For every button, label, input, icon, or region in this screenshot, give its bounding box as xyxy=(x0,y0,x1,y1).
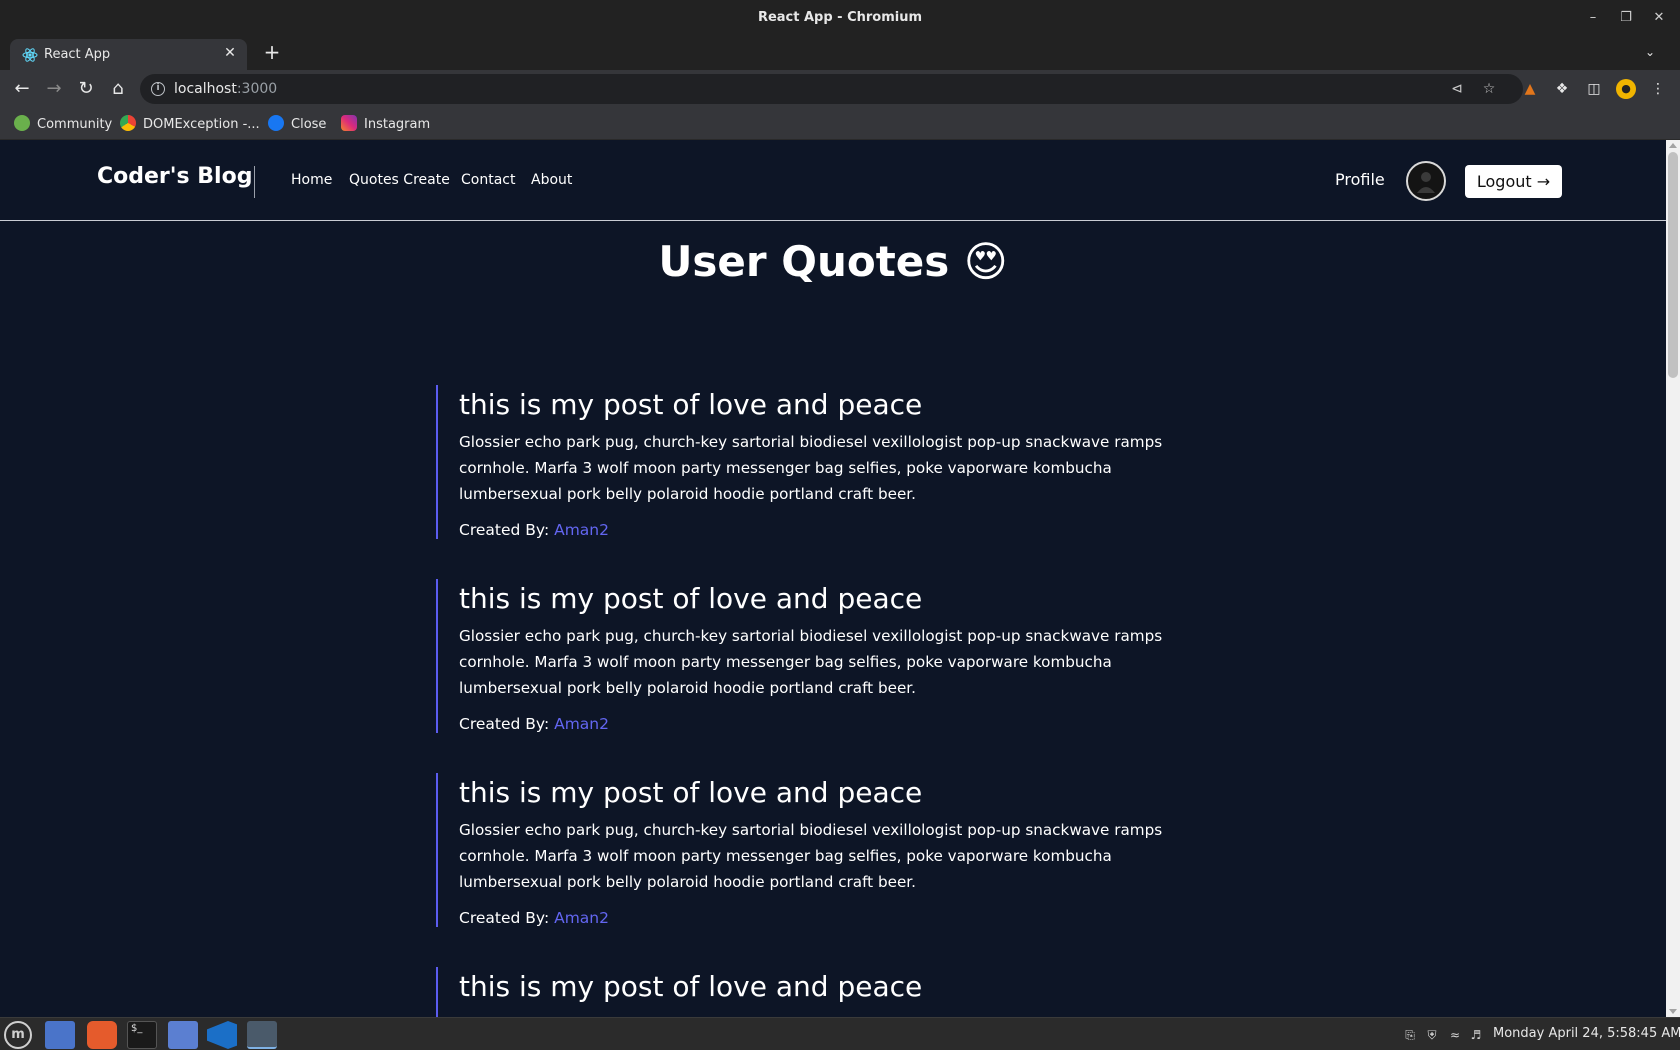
quote-body: Glossier echo park pug, church-key sarto… xyxy=(459,433,1163,503)
quote-title: this is my post of love and peace xyxy=(459,582,923,615)
quote-byline: Created By: Aman2 xyxy=(459,521,1196,539)
bookmark-label: Community xyxy=(37,117,113,132)
created-by-label: Created By: xyxy=(459,521,550,539)
address-bar[interactable]: i localhost:3000 ⊲ ☆ xyxy=(140,74,1523,104)
shield-icon[interactable]: ⛨ xyxy=(1424,1027,1440,1043)
site-info-icon[interactable]: i xyxy=(151,82,165,96)
browser-toolbar: ← → ↻ ⌂ i localhost:3000 ⊲ ☆ ▲ ❖ ◫ ● ⋮ xyxy=(0,70,1680,108)
tab-close-icon[interactable]: ✕ xyxy=(221,44,239,62)
author-link[interactable]: Aman2 xyxy=(554,715,609,733)
react-icon xyxy=(22,48,38,62)
os-taskbar: m $_ ⎘ ⛨ ≈ ♬ Monday April 24, 5:58:45 AM xyxy=(0,1017,1680,1050)
community-icon xyxy=(14,115,30,131)
mint-menu-icon[interactable]: m xyxy=(4,1021,32,1049)
taskbar-clock[interactable]: Monday April 24, 5:58:45 AM xyxy=(1493,1026,1680,1041)
profile-avatar-icon[interactable]: ● xyxy=(1616,79,1636,99)
site-brand[interactable]: Coder's Blog xyxy=(97,164,252,189)
author-link[interactable]: Aman2 xyxy=(554,521,609,539)
logout-button[interactable]: Logout → xyxy=(1465,165,1562,198)
nav-about[interactable]: About xyxy=(531,172,572,188)
metamask-icon[interactable]: ▲ xyxy=(1520,79,1540,99)
url-port: :3000 xyxy=(236,81,278,97)
home-icon[interactable]: ⌂ xyxy=(106,77,130,101)
restore-icon[interactable]: ❐ xyxy=(1615,8,1637,28)
scrollbar-thumb[interactable] xyxy=(1668,152,1678,378)
back-icon[interactable]: ← xyxy=(10,77,34,101)
created-by-label: Created By: xyxy=(459,715,550,733)
chromium-taskbar-icon[interactable] xyxy=(247,1021,277,1049)
bookmark-instagram[interactable]: Instagram xyxy=(341,115,430,133)
tab-search-icon[interactable]: ⌄ xyxy=(1640,42,1660,62)
page-viewport: Coder's Blog Home Quotes Create Contact … xyxy=(0,140,1666,1017)
facebook-icon xyxy=(268,115,284,131)
tab-title: React App xyxy=(44,47,111,62)
bookmark-community[interactable]: Community xyxy=(14,115,112,133)
chrome-icon xyxy=(120,115,136,131)
minimize-icon[interactable]: – xyxy=(1582,8,1604,28)
quote-title: this is my post of love and peace xyxy=(459,388,923,421)
quote-byline: Created By: Aman2 xyxy=(459,715,1196,733)
nav-quotes-create[interactable]: Quotes Create xyxy=(349,172,450,188)
bookmark-label: Instagram xyxy=(364,117,431,132)
terminal-icon[interactable]: $_ xyxy=(127,1021,157,1049)
new-tab-icon[interactable]: + xyxy=(260,41,284,65)
bookmark-label: DOMException -... xyxy=(143,117,260,132)
volume-icon[interactable]: ♬ xyxy=(1468,1027,1484,1043)
page-title: User Quotes 😍 xyxy=(658,237,1008,286)
files-icon[interactable] xyxy=(168,1021,198,1049)
wifi-icon[interactable]: ≈ xyxy=(1447,1027,1463,1043)
side-panel-icon[interactable]: ◫ xyxy=(1584,79,1604,99)
url-text[interactable]: localhost:3000 xyxy=(174,81,277,97)
quote-card: this is my post of love and peace xyxy=(436,967,1196,1017)
url-host: localhost xyxy=(174,81,237,97)
bookmarks-bar: Community DOMException -... Close Instag… xyxy=(0,108,1680,140)
site-header: Coder's Blog Home Quotes Create Contact … xyxy=(0,140,1666,221)
page-scrollbar[interactable] xyxy=(1666,140,1680,1017)
forward-icon[interactable]: → xyxy=(42,77,66,101)
extensions-icon[interactable]: ❖ xyxy=(1552,79,1572,99)
quote-card: this is my post of love and peace Glossi… xyxy=(436,773,1196,927)
avatar[interactable] xyxy=(1406,161,1446,201)
bookmark-star-icon[interactable]: ☆ xyxy=(1479,79,1499,99)
quote-card: this is my post of love and peace Glossi… xyxy=(436,579,1196,733)
bookmark-label: Close xyxy=(291,117,327,132)
window-title: React App - Chromium xyxy=(757,10,923,25)
brand-divider xyxy=(254,166,255,198)
bookmark-domexception[interactable]: DOMException -... xyxy=(120,115,260,133)
menu-kebab-icon[interactable]: ⋮ xyxy=(1648,79,1668,99)
user-avatar-icon xyxy=(1417,172,1435,193)
quote-body: Glossier echo park pug, church-key sarto… xyxy=(459,821,1163,891)
scroll-up-icon[interactable] xyxy=(1669,143,1677,148)
scroll-down-icon[interactable] xyxy=(1669,1009,1677,1014)
nav-contact[interactable]: Contact xyxy=(461,172,515,188)
tab-strip: React App ✕ + ⌄ xyxy=(0,36,1680,70)
quote-byline: Created By: Aman2 xyxy=(459,909,1196,927)
clipboard-icon[interactable]: ⎘ xyxy=(1402,1027,1418,1043)
firefox-icon[interactable] xyxy=(87,1021,117,1049)
reload-icon[interactable]: ↻ xyxy=(74,77,98,101)
quote-title: this is my post of love and peace xyxy=(459,970,923,1003)
quote-title: this is my post of love and peace xyxy=(459,776,923,809)
tab-react-app[interactable]: React App ✕ xyxy=(10,39,247,70)
created-by-label: Created By: xyxy=(459,909,550,927)
nav-home[interactable]: Home xyxy=(291,172,332,188)
vscode-icon[interactable] xyxy=(207,1021,237,1049)
quote-body: Glossier echo park pug, church-key sarto… xyxy=(459,627,1163,697)
instagram-icon xyxy=(341,115,357,131)
quote-card: this is my post of love and peace Glossi… xyxy=(436,385,1196,539)
profile-link[interactable]: Profile xyxy=(1335,170,1385,189)
bookmark-close[interactable]: Close xyxy=(268,115,326,133)
show-desktop-icon[interactable] xyxy=(45,1021,75,1049)
author-link[interactable]: Aman2 xyxy=(554,909,609,927)
close-window-icon[interactable]: ✕ xyxy=(1648,8,1670,28)
window-titlebar: React App - Chromium – ❐ ✕ xyxy=(0,0,1680,36)
share-icon[interactable]: ⊲ xyxy=(1447,79,1467,99)
